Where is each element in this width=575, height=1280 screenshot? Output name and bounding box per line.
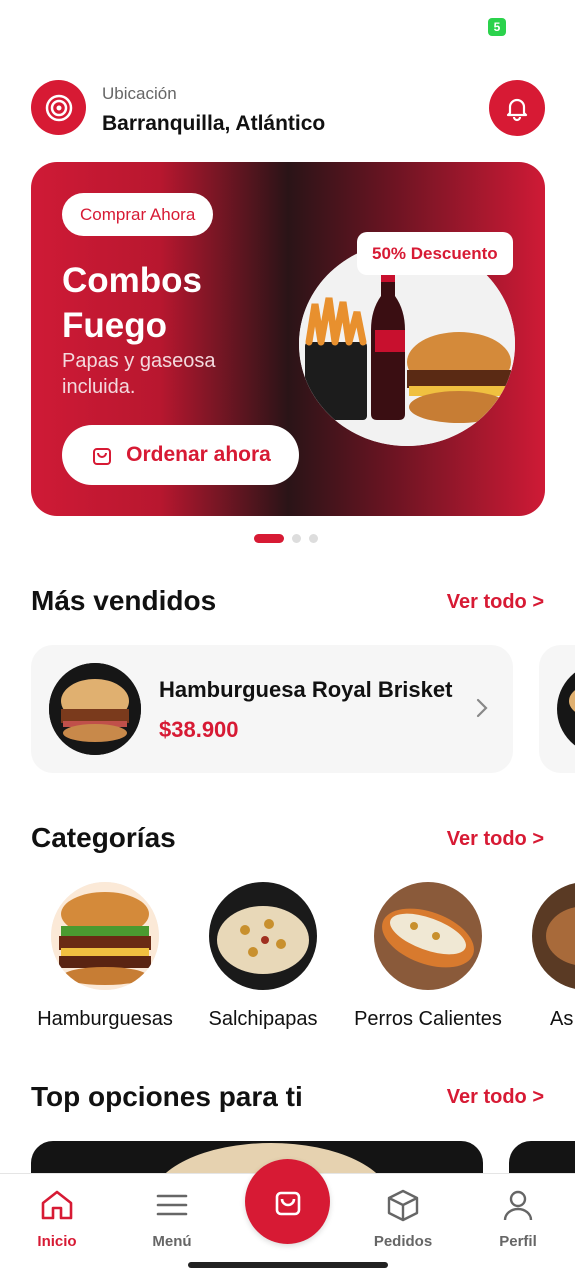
menu-icon <box>156 1194 188 1216</box>
tab-inicio[interactable]: Inicio <box>12 1188 102 1250</box>
product-name: Hamburguesa Royal Brisket <box>159 677 453 702</box>
top-options-title: Top opciones para ti <box>31 1081 303 1112</box>
category-hamburguesas[interactable]: Hamburguesas <box>25 882 185 1031</box>
best-seller-card-partial[interactable] <box>539 645 575 773</box>
header: Ubicación Barranquilla, Atlántico <box>31 80 545 138</box>
carousel-dot[interactable] <box>292 534 301 543</box>
home-icon <box>41 1190 73 1220</box>
carousel-dot-active[interactable] <box>254 534 284 543</box>
notifications-button[interactable] <box>489 80 545 136</box>
tab-label: Inicio <box>37 1233 77 1250</box>
buy-now-badge[interactable]: Comprar Ahora <box>62 193 214 236</box>
user-icon <box>503 1190 533 1221</box>
location-label: Ubicación <box>102 84 177 103</box>
tab-pedidos[interactable]: Pedidos <box>358 1188 448 1250</box>
tab-label: Pedidos <box>373 1233 433 1250</box>
tab-label: Perfil <box>499 1233 537 1250</box>
tab-label: Menú <box>152 1233 192 1250</box>
category-label: Perros Calientes <box>354 1008 502 1030</box>
categories-title: Categorías <box>31 822 176 853</box>
categories-see-all[interactable]: Ver todo > <box>447 828 544 851</box>
status-bar: 5 <box>0 0 575 50</box>
carousel-dot[interactable] <box>309 534 318 543</box>
best-seller-card[interactable]: Hamburguesa Royal Brisket $38.900 <box>31 645 513 773</box>
chevron-right-icon[interactable] <box>475 697 489 719</box>
top-options-see-all[interactable]: Ver todo > <box>447 1086 544 1109</box>
tab-menu[interactable]: Menú <box>127 1188 217 1250</box>
category-label: Salchipapas <box>208 1008 318 1030</box>
order-now-label: Ordenar ahora <box>126 443 271 466</box>
perros-calientes-image <box>374 882 482 990</box>
product-price: $38.900 <box>159 717 239 742</box>
cart-button[interactable] <box>245 1159 330 1244</box>
box-icon <box>387 1189 419 1222</box>
location-button[interactable] <box>31 80 86 135</box>
banner-subtitle: Papas y gaseosa incluida. <box>62 350 216 398</box>
hamburguesas-image <box>51 882 159 990</box>
category-partial[interactable]: As <box>510 882 575 1031</box>
tab-perfil[interactable]: Perfil <box>473 1188 563 1250</box>
shopping-bag-icon <box>275 1191 300 1215</box>
salchipapas-image <box>209 882 317 990</box>
target-icon <box>45 94 72 121</box>
location-value[interactable]: Barranquilla, Atlántico <box>102 112 325 136</box>
shopping-bag-icon <box>93 448 112 465</box>
category-salchipapas[interactable]: Salchipapas <box>183 882 343 1031</box>
category-label: As <box>550 1008 574 1030</box>
category-label: Hamburguesas <box>37 1008 173 1030</box>
burger-image <box>49 663 141 755</box>
best-sellers-title: Más vendidos <box>31 585 217 616</box>
bell-icon <box>506 98 528 122</box>
banner-title: Combos Fuego <box>62 261 202 345</box>
carousel-indicator <box>254 534 318 543</box>
category-perros-calientes[interactable]: Perros Calientes <box>348 882 508 1031</box>
discount-badge: 50% Descuento <box>357 232 513 275</box>
best-sellers-see-all[interactable]: Ver todo > <box>447 591 544 614</box>
category-partial-image <box>532 882 575 990</box>
order-now-button[interactable]: Ordenar ahora <box>62 425 299 485</box>
promo-banner[interactable]: Comprar Ahora Combos Fuego Papas y gaseo… <box>31 162 545 516</box>
battery-indicator: 5 <box>488 18 506 36</box>
home-indicator[interactable] <box>188 1262 388 1268</box>
